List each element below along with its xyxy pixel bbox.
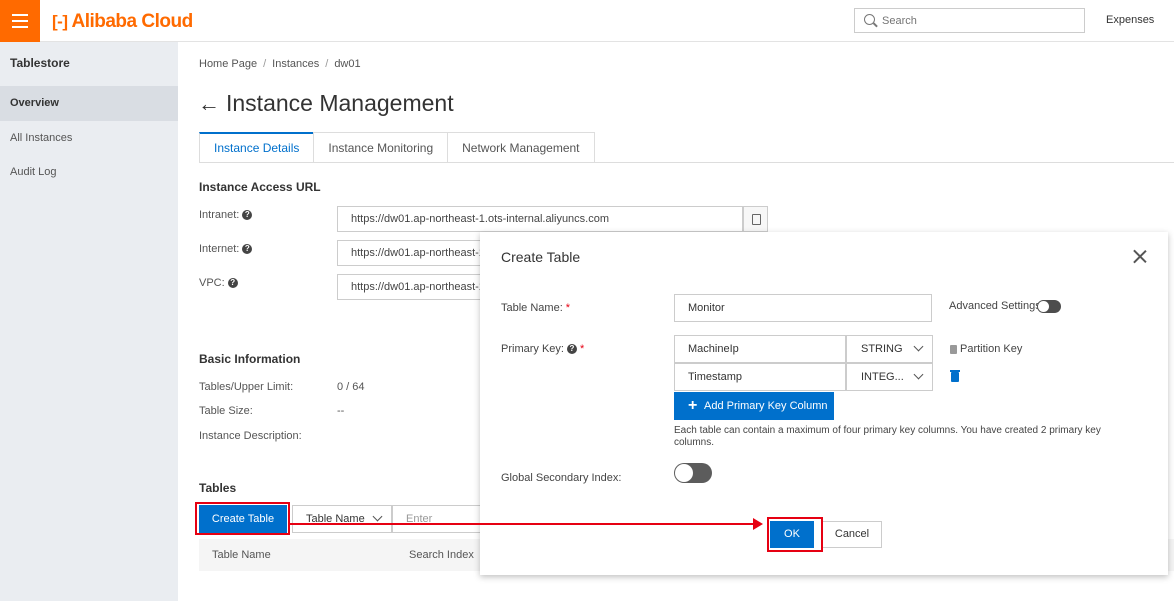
gsi-toggle[interactable] <box>674 463 712 483</box>
add-primary-key-button[interactable]: + Add Primary Key Column <box>674 392 834 420</box>
table-name-input[interactable]: Monitor <box>674 294 932 322</box>
dialog-title: Create Table <box>501 249 581 265</box>
tab-bar: Instance Details Instance Monitoring Net… <box>199 132 595 162</box>
help-icon[interactable]: ? <box>242 210 253 221</box>
back-arrow-icon[interactable]: ← <box>198 91 220 117</box>
primary-key-name-input[interactable]: Timestamp <box>674 363 846 391</box>
sidebar-item-overview[interactable]: Overview <box>0 86 178 121</box>
table-size-value: -- <box>337 405 345 417</box>
alibaba-logo-icon: [-] <box>52 12 68 31</box>
copy-icon[interactable] <box>743 206 768 232</box>
vpc-label: VPC:? <box>199 277 238 289</box>
internet-label-text: Internet: <box>199 243 240 255</box>
alibaba-cloud-logo[interactable]: [-] Alibaba Cloud <box>52 11 193 32</box>
annotation-arrow-line <box>290 523 756 525</box>
access-url-heading: Instance Access URL <box>199 180 321 194</box>
breadcrumb-home[interactable]: Home Page <box>199 58 257 70</box>
primary-key-type-select[interactable]: STRING <box>846 335 933 363</box>
toggle-knob <box>675 464 693 482</box>
required-mark: * <box>565 302 571 314</box>
tab-instance-details[interactable]: Instance Details <box>199 132 315 162</box>
chevron-down-icon <box>372 511 383 522</box>
annotation-arrow-head-icon <box>753 518 763 530</box>
table-name-label: Table Name: * <box>501 302 570 314</box>
toggle-knob <box>1038 301 1049 312</box>
primary-key-label-text: Primary Key: <box>501 343 564 355</box>
intranet-label-text: Intranet: <box>199 209 240 221</box>
primary-key-type-value: STRING <box>861 343 903 355</box>
expenses-link[interactable]: Expenses <box>1106 14 1154 26</box>
search-input[interactable] <box>882 13 1077 29</box>
page-title-text: Instance Management <box>226 90 454 116</box>
hamburger-menu-icon[interactable] <box>0 0 40 42</box>
primary-key-label: Primary Key:? * <box>501 343 584 355</box>
help-icon[interactable]: ? <box>566 344 577 355</box>
global-search[interactable] <box>854 8 1085 33</box>
chevron-down-icon <box>913 341 924 352</box>
advanced-settings-toggle[interactable] <box>1037 300 1061 313</box>
gsi-label: Global Secondary Index: <box>501 472 622 484</box>
add-primary-key-label: Add Primary Key Column <box>704 400 828 412</box>
chevron-down-icon <box>913 369 924 380</box>
advanced-settings-label: Advanced Settings: <box>949 300 1044 312</box>
annotation-highlight-ok <box>767 517 823 552</box>
partition-key-text: Partition Key <box>960 343 1023 355</box>
tabs-divider <box>199 162 1174 163</box>
table-filter-input[interactable]: Enter <box>392 505 482 533</box>
help-icon[interactable]: ? <box>227 278 238 289</box>
sidebar: Tablestore Overview All Instances Audit … <box>0 42 178 601</box>
intranet-url-field[interactable]: https://dw01.ap-northeast-1.ots-internal… <box>337 206 743 232</box>
primary-key-type-value: INTEG... <box>861 371 904 383</box>
tab-network-management[interactable]: Network Management <box>447 132 595 162</box>
trash-icon <box>950 344 957 354</box>
primary-key-name-input[interactable]: MachineIp <box>674 335 846 363</box>
help-icon[interactable]: ? <box>242 244 253 255</box>
plus-icon: + <box>688 397 698 414</box>
tab-instance-monitoring[interactable]: Instance Monitoring <box>313 132 449 162</box>
tables-limit-value: 0 / 64 <box>337 381 365 393</box>
tables-limit-label: Tables/Upper Limit: <box>199 381 294 393</box>
close-icon[interactable] <box>1131 248 1148 265</box>
column-header-search-index: Search Index <box>409 549 474 561</box>
brand-name: Alibaba Cloud <box>71 11 193 32</box>
basic-info-heading: Basic Information <box>199 352 301 366</box>
delete-icon[interactable] <box>950 370 960 382</box>
top-bar: [-]Alibaba Cloud Expenses <box>0 0 1174 42</box>
table-size-label: Table Size: <box>199 405 253 417</box>
cancel-button[interactable]: Cancel <box>822 521 882 548</box>
column-header-table-name: Table Name <box>212 549 271 561</box>
breadcrumb-current: dw01 <box>334 58 361 70</box>
table-name-filter-select[interactable]: Table Name <box>292 505 392 533</box>
partition-key-label: Partition Key <box>950 343 1022 355</box>
table-name-label-text: Table Name: <box>501 302 563 314</box>
vpc-label-text: VPC: <box>199 277 225 289</box>
primary-key-type-select[interactable]: INTEG... <box>846 363 933 391</box>
internet-label: Internet:? <box>199 243 253 255</box>
sidebar-item-audit-log[interactable]: Audit Log <box>0 155 178 190</box>
breadcrumb: Home Page / Instances / dw01 <box>199 58 361 70</box>
primary-key-hint: Each table can contain a maximum of four… <box>674 425 1101 448</box>
search-icon <box>864 14 875 25</box>
intranet-label: Intranet:? <box>199 209 253 221</box>
instance-description-label: Instance Description: <box>199 430 302 442</box>
page-title: ← Instance Management <box>198 90 454 117</box>
required-mark: * <box>579 343 585 355</box>
sidebar-title: Tablestore <box>10 56 70 70</box>
tables-heading: Tables <box>199 481 237 495</box>
breadcrumb-instances[interactable]: Instances <box>272 58 319 70</box>
annotation-highlight-create-table <box>195 502 290 535</box>
sidebar-item-all-instances[interactable]: All Instances <box>0 121 178 156</box>
